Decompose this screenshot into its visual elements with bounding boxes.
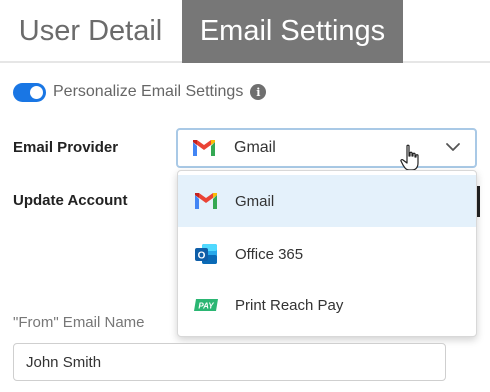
select-value: Gmail (234, 139, 276, 156)
from-email-name-input[interactable]: John Smith (13, 343, 446, 381)
personalize-toggle[interactable] (13, 82, 46, 102)
tab-bar: User Detail Email Settings (0, 0, 490, 63)
gmail-icon (193, 188, 219, 214)
from-email-name-label: "From" Email Name (13, 314, 145, 331)
email-provider-select[interactable]: Gmail (176, 128, 477, 168)
dropdown-option-office-365[interactable]: O Office 365 (178, 228, 476, 280)
gmail-icon (193, 140, 215, 156)
print-reach-pay-icon: PAY (193, 292, 219, 318)
dropdown-option-gmail[interactable]: Gmail (178, 175, 476, 227)
option-label: Office 365 (235, 245, 304, 263)
tab-user-detail[interactable]: User Detail (0, 0, 181, 63)
office365-icon: O (193, 241, 219, 267)
personalize-toggle-row: Personalize Email Settings i (13, 82, 267, 102)
email-provider-dropdown: Gmail O Office 365 PAY Print Reach Pay (177, 170, 477, 337)
info-icon[interactable]: i (250, 84, 267, 100)
tab-email-settings[interactable]: Email Settings (182, 0, 403, 63)
option-label: Gmail (235, 192, 275, 210)
email-provider-label: Email Provider (13, 139, 119, 156)
personalize-label: Personalize Email Settings (53, 83, 244, 100)
dropdown-option-print-reach-pay[interactable]: PAY Print Reach Pay (178, 279, 476, 331)
option-label: Print Reach Pay (235, 296, 344, 314)
chevron-down-icon (446, 143, 460, 151)
update-account-label: Update Account (13, 192, 128, 209)
svg-text:O: O (198, 251, 206, 262)
toggle-knob (30, 85, 43, 99)
svg-text:PAY: PAY (198, 302, 214, 311)
hand-cursor-icon (400, 144, 419, 171)
